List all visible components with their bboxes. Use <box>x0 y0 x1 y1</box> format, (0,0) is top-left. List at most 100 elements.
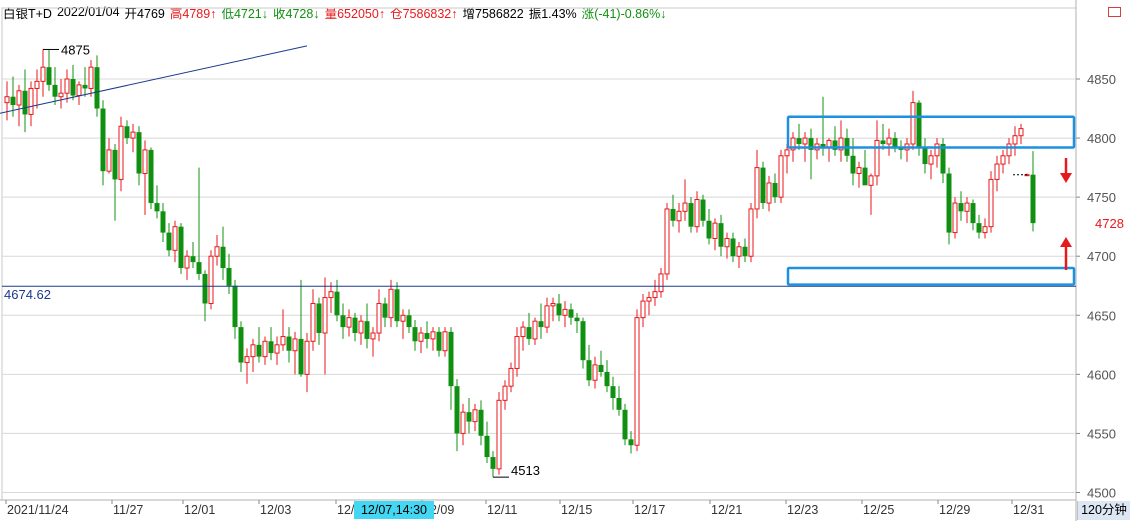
candle[interactable] <box>400 309 406 339</box>
candle[interactable] <box>490 451 496 478</box>
candle[interactable] <box>952 197 958 239</box>
candle[interactable] <box>64 69 70 103</box>
candle[interactable] <box>976 214 982 239</box>
candle[interactable] <box>244 348 250 384</box>
candle[interactable] <box>544 297 550 334</box>
candle[interactable] <box>538 303 544 339</box>
candle[interactable] <box>508 362 514 393</box>
candle[interactable] <box>262 336 268 365</box>
candle[interactable] <box>1012 126 1018 156</box>
candle[interactable] <box>130 123 136 153</box>
candle[interactable] <box>52 67 58 105</box>
candle[interactable] <box>610 376 616 410</box>
candle[interactable] <box>514 327 520 377</box>
candle[interactable] <box>742 238 748 263</box>
candle[interactable] <box>364 303 370 349</box>
candle[interactable] <box>484 421 490 463</box>
candle[interactable] <box>316 297 322 345</box>
candle[interactable] <box>190 242 196 269</box>
candle[interactable] <box>478 400 484 446</box>
candle[interactable] <box>616 386 622 416</box>
candle[interactable] <box>382 297 388 328</box>
candle[interactable] <box>88 60 94 97</box>
candle[interactable] <box>580 317 586 369</box>
candle[interactable] <box>250 338 256 372</box>
candle[interactable] <box>856 161 862 188</box>
candle[interactable] <box>718 214 724 257</box>
candle[interactable] <box>274 336 280 365</box>
candle[interactable] <box>604 360 610 393</box>
candle[interactable] <box>1000 149 1006 174</box>
candle[interactable] <box>154 185 160 219</box>
candle[interactable] <box>628 431 634 454</box>
candle[interactable] <box>598 350 604 377</box>
candle[interactable] <box>202 270 208 322</box>
candle[interactable] <box>532 317 538 345</box>
candle[interactable] <box>40 49 46 97</box>
candle[interactable] <box>880 123 886 150</box>
candle[interactable] <box>298 279 304 377</box>
candle[interactable] <box>136 126 142 186</box>
candle[interactable] <box>238 321 244 372</box>
candle[interactable] <box>1006 138 1012 165</box>
candle[interactable] <box>184 250 190 280</box>
candle[interactable] <box>430 327 436 351</box>
candle[interactable] <box>754 149 760 219</box>
candle[interactable] <box>766 175 772 212</box>
candle[interactable] <box>454 379 460 452</box>
candle[interactable] <box>670 194 676 227</box>
period-label[interactable]: 120分钟 <box>1077 501 1130 520</box>
candle[interactable] <box>982 218 988 239</box>
candle[interactable] <box>376 289 382 342</box>
candle[interactable] <box>346 309 352 337</box>
candle[interactable] <box>214 234 220 266</box>
candle[interactable] <box>502 380 508 410</box>
candle[interactable] <box>550 297 556 322</box>
candle[interactable] <box>850 138 856 186</box>
candle[interactable] <box>394 282 400 328</box>
candle[interactable] <box>178 223 184 274</box>
candle[interactable] <box>460 403 466 446</box>
candle[interactable] <box>58 79 64 109</box>
candle[interactable] <box>712 218 718 251</box>
candle[interactable] <box>34 69 40 109</box>
candle[interactable] <box>634 309 640 452</box>
candle[interactable] <box>886 128 892 156</box>
candle[interactable] <box>76 81 82 105</box>
candle[interactable] <box>424 321 430 349</box>
candle[interactable] <box>442 327 448 357</box>
candle[interactable] <box>28 81 34 127</box>
candle[interactable] <box>370 327 376 357</box>
candle[interactable] <box>874 120 880 186</box>
candle[interactable] <box>124 120 130 144</box>
candle[interactable] <box>16 84 22 127</box>
candles[interactable] <box>4 49 1036 478</box>
candle[interactable] <box>964 197 970 224</box>
candle[interactable] <box>664 203 670 280</box>
candle[interactable] <box>406 309 412 334</box>
candle[interactable] <box>922 138 928 174</box>
candle[interactable] <box>226 253 232 295</box>
candle[interactable] <box>166 223 172 257</box>
candle[interactable] <box>760 161 766 209</box>
candle[interactable] <box>772 173 778 204</box>
candle[interactable] <box>268 327 274 361</box>
candle[interactable] <box>646 291 652 316</box>
candle[interactable] <box>808 128 814 180</box>
candle[interactable] <box>838 120 844 162</box>
candle[interactable] <box>286 327 292 363</box>
candle[interactable] <box>46 49 52 91</box>
candle[interactable] <box>1018 123 1024 144</box>
candle[interactable] <box>940 138 946 183</box>
candle[interactable] <box>436 327 442 357</box>
candle[interactable] <box>142 140 148 215</box>
candle[interactable] <box>688 197 694 233</box>
candle[interactable] <box>778 149 784 204</box>
candle[interactable] <box>892 132 898 153</box>
candle[interactable] <box>100 100 106 186</box>
candle[interactable] <box>736 242 742 269</box>
candle[interactable] <box>592 356 598 389</box>
candle[interactable] <box>970 199 976 231</box>
candle[interactable] <box>652 279 658 306</box>
candle[interactable] <box>232 279 238 339</box>
